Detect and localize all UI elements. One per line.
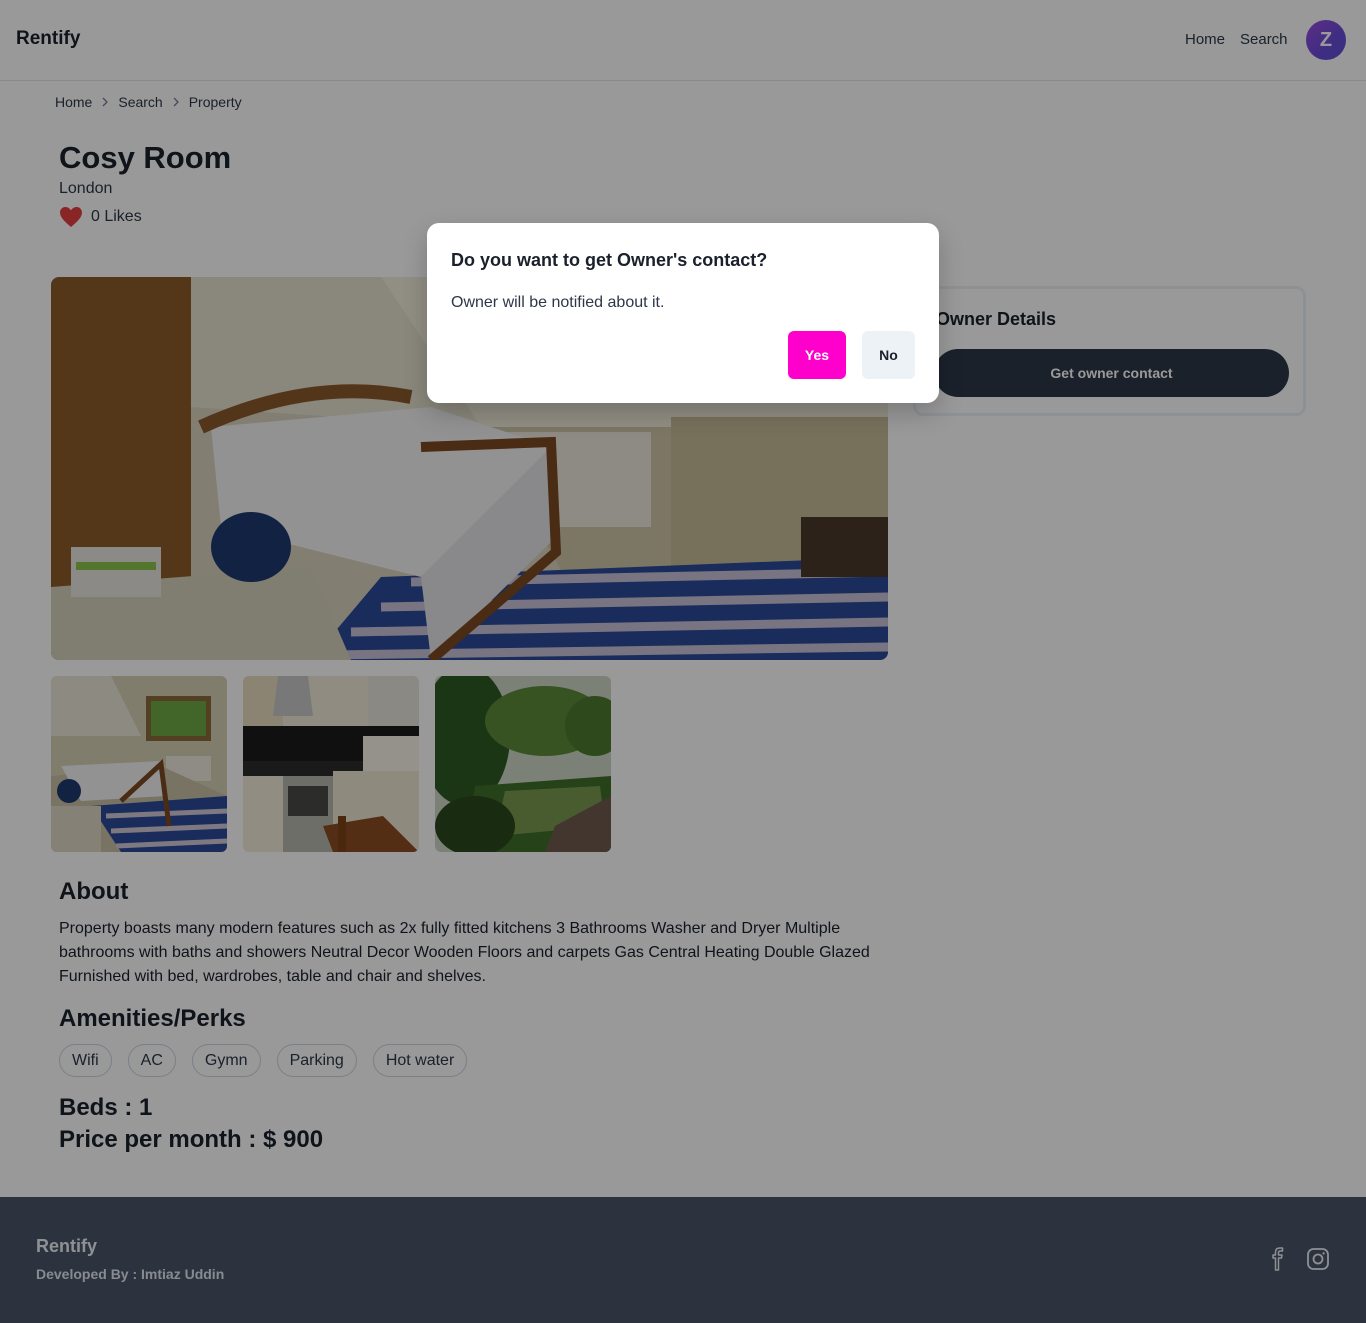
modal-overlay[interactable]: [0, 0, 1366, 1323]
no-button[interactable]: No: [862, 331, 915, 379]
yes-button[interactable]: Yes: [788, 331, 846, 379]
contact-confirm-dialog: Do you want to get Owner's contact? Owne…: [427, 223, 939, 403]
dialog-body: Owner will be notified about it.: [451, 294, 665, 311]
dialog-title: Do you want to get Owner's contact?: [451, 250, 768, 270]
